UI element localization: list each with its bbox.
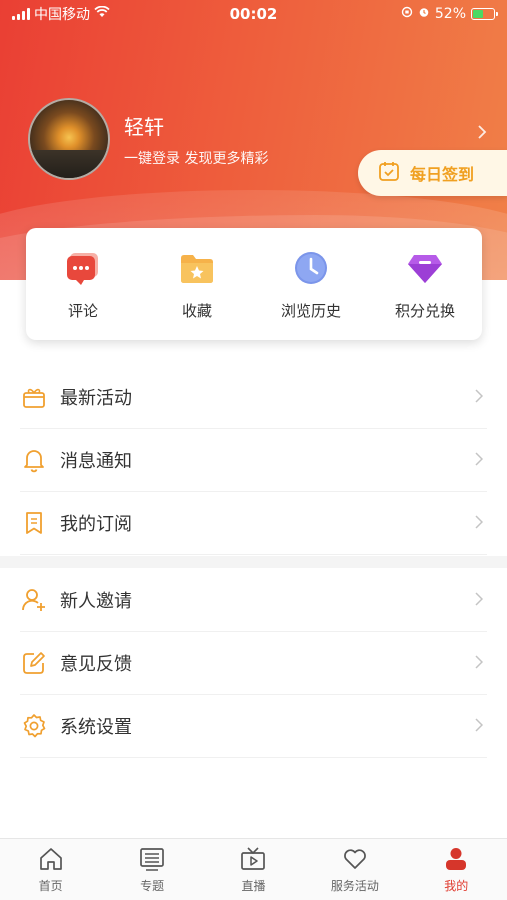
menu-group-2: 新人邀请 意见反馈 系统设置 [20,569,487,758]
checkin-label: 每日签到 [410,165,475,184]
profile-login[interactable]: 轻轩 一键登录 发现更多精彩 [28,98,268,180]
battery-percent: 52% [434,6,466,22]
chevron-right-icon [475,388,484,407]
gem-icon [405,248,445,288]
tab-services[interactable]: 服务活动 [305,845,405,894]
clock-icon [291,248,331,288]
chevron-right-icon [475,717,484,736]
tab-label: 专题 [140,879,165,893]
quick-action-history[interactable]: 浏览历史 [261,248,361,321]
tab-home[interactable]: 首页 [1,845,101,894]
signal-icon [12,8,30,20]
tab-topics[interactable]: 专题 [102,845,202,894]
status-time: 00:02 [229,5,278,23]
menu-label: 新人邀请 [60,591,132,612]
quick-action-label: 收藏 [181,301,212,320]
gear-icon [20,712,48,740]
chevron-right-icon [475,514,484,533]
menu-label: 我的订阅 [60,514,132,535]
menu-label: 意见反馈 [60,654,132,675]
chevron-right-icon [475,591,484,610]
profile-icon [442,845,470,873]
tab-label: 我的 [444,879,469,893]
menu-item-subscriptions[interactable]: 我的订阅 [20,492,487,555]
daily-checkin-button[interactable]: 每日签到 [358,150,507,196]
quick-action-comments[interactable]: 评论 [33,248,133,321]
bookmark-icon [20,509,48,537]
quick-action-points[interactable]: 积分兑换 [375,248,475,321]
menu-group-1: 最新活动 消息通知 我的订阅 [20,366,487,555]
add-user-icon [20,586,48,614]
username: 轻轩 [124,114,164,139]
alarm-icon [418,6,430,22]
tab-mine[interactable]: 我的 [406,845,506,894]
menu-label: 消息通知 [60,451,132,472]
comment-icon [63,248,103,288]
menu-item-feedback[interactable]: 意见反馈 [20,632,487,695]
menu-item-notifications[interactable]: 消息通知 [20,429,487,492]
tab-label: 直播 [241,879,266,893]
chevron-right-icon [475,451,484,470]
tab-label: 服务活动 [330,879,379,893]
battery-icon [471,8,498,20]
tab-label: 首页 [38,879,63,893]
avatar[interactable] [28,98,110,180]
gift-icon [20,383,48,411]
quick-action-label: 积分兑换 [394,301,455,320]
home-icon [37,845,65,873]
menu-item-settings[interactable]: 系统设置 [20,695,487,758]
calendar-check-icon [378,160,400,186]
quick-action-favorites[interactable]: 收藏 [147,248,247,321]
tab-live[interactable]: 直播 [203,845,303,894]
menu-label: 系统设置 [60,717,132,738]
chevron-right-icon [475,654,484,673]
carrier-label: 中国移动 [34,7,90,23]
bottom-tab-bar: 首页 专题 直播 服务活动 我的 [0,838,507,900]
live-tv-icon [239,845,267,873]
wifi-icon [94,5,110,22]
menu-label: 最新活动 [60,388,132,409]
favorites-folder-icon [177,248,217,288]
menu-item-latest-activities[interactable]: 最新活动 [20,366,487,429]
edit-icon [20,649,48,677]
menu-item-invite[interactable]: 新人邀请 [20,569,487,632]
status-bar: 中国移动 00:02 52% [0,0,507,28]
orientation-lock-icon [401,6,413,22]
topics-icon [138,845,166,873]
login-tagline: 一键登录 发现更多精彩 [124,150,269,167]
heart-icon [341,845,369,873]
quick-action-label: 浏览历史 [280,301,341,320]
quick-action-label: 评论 [67,301,98,320]
chevron-right-icon[interactable] [477,124,487,145]
section-divider [0,556,507,568]
bell-icon [20,446,48,474]
quick-actions-card: 评论 收藏 浏览历史 积分兑换 [26,228,482,340]
